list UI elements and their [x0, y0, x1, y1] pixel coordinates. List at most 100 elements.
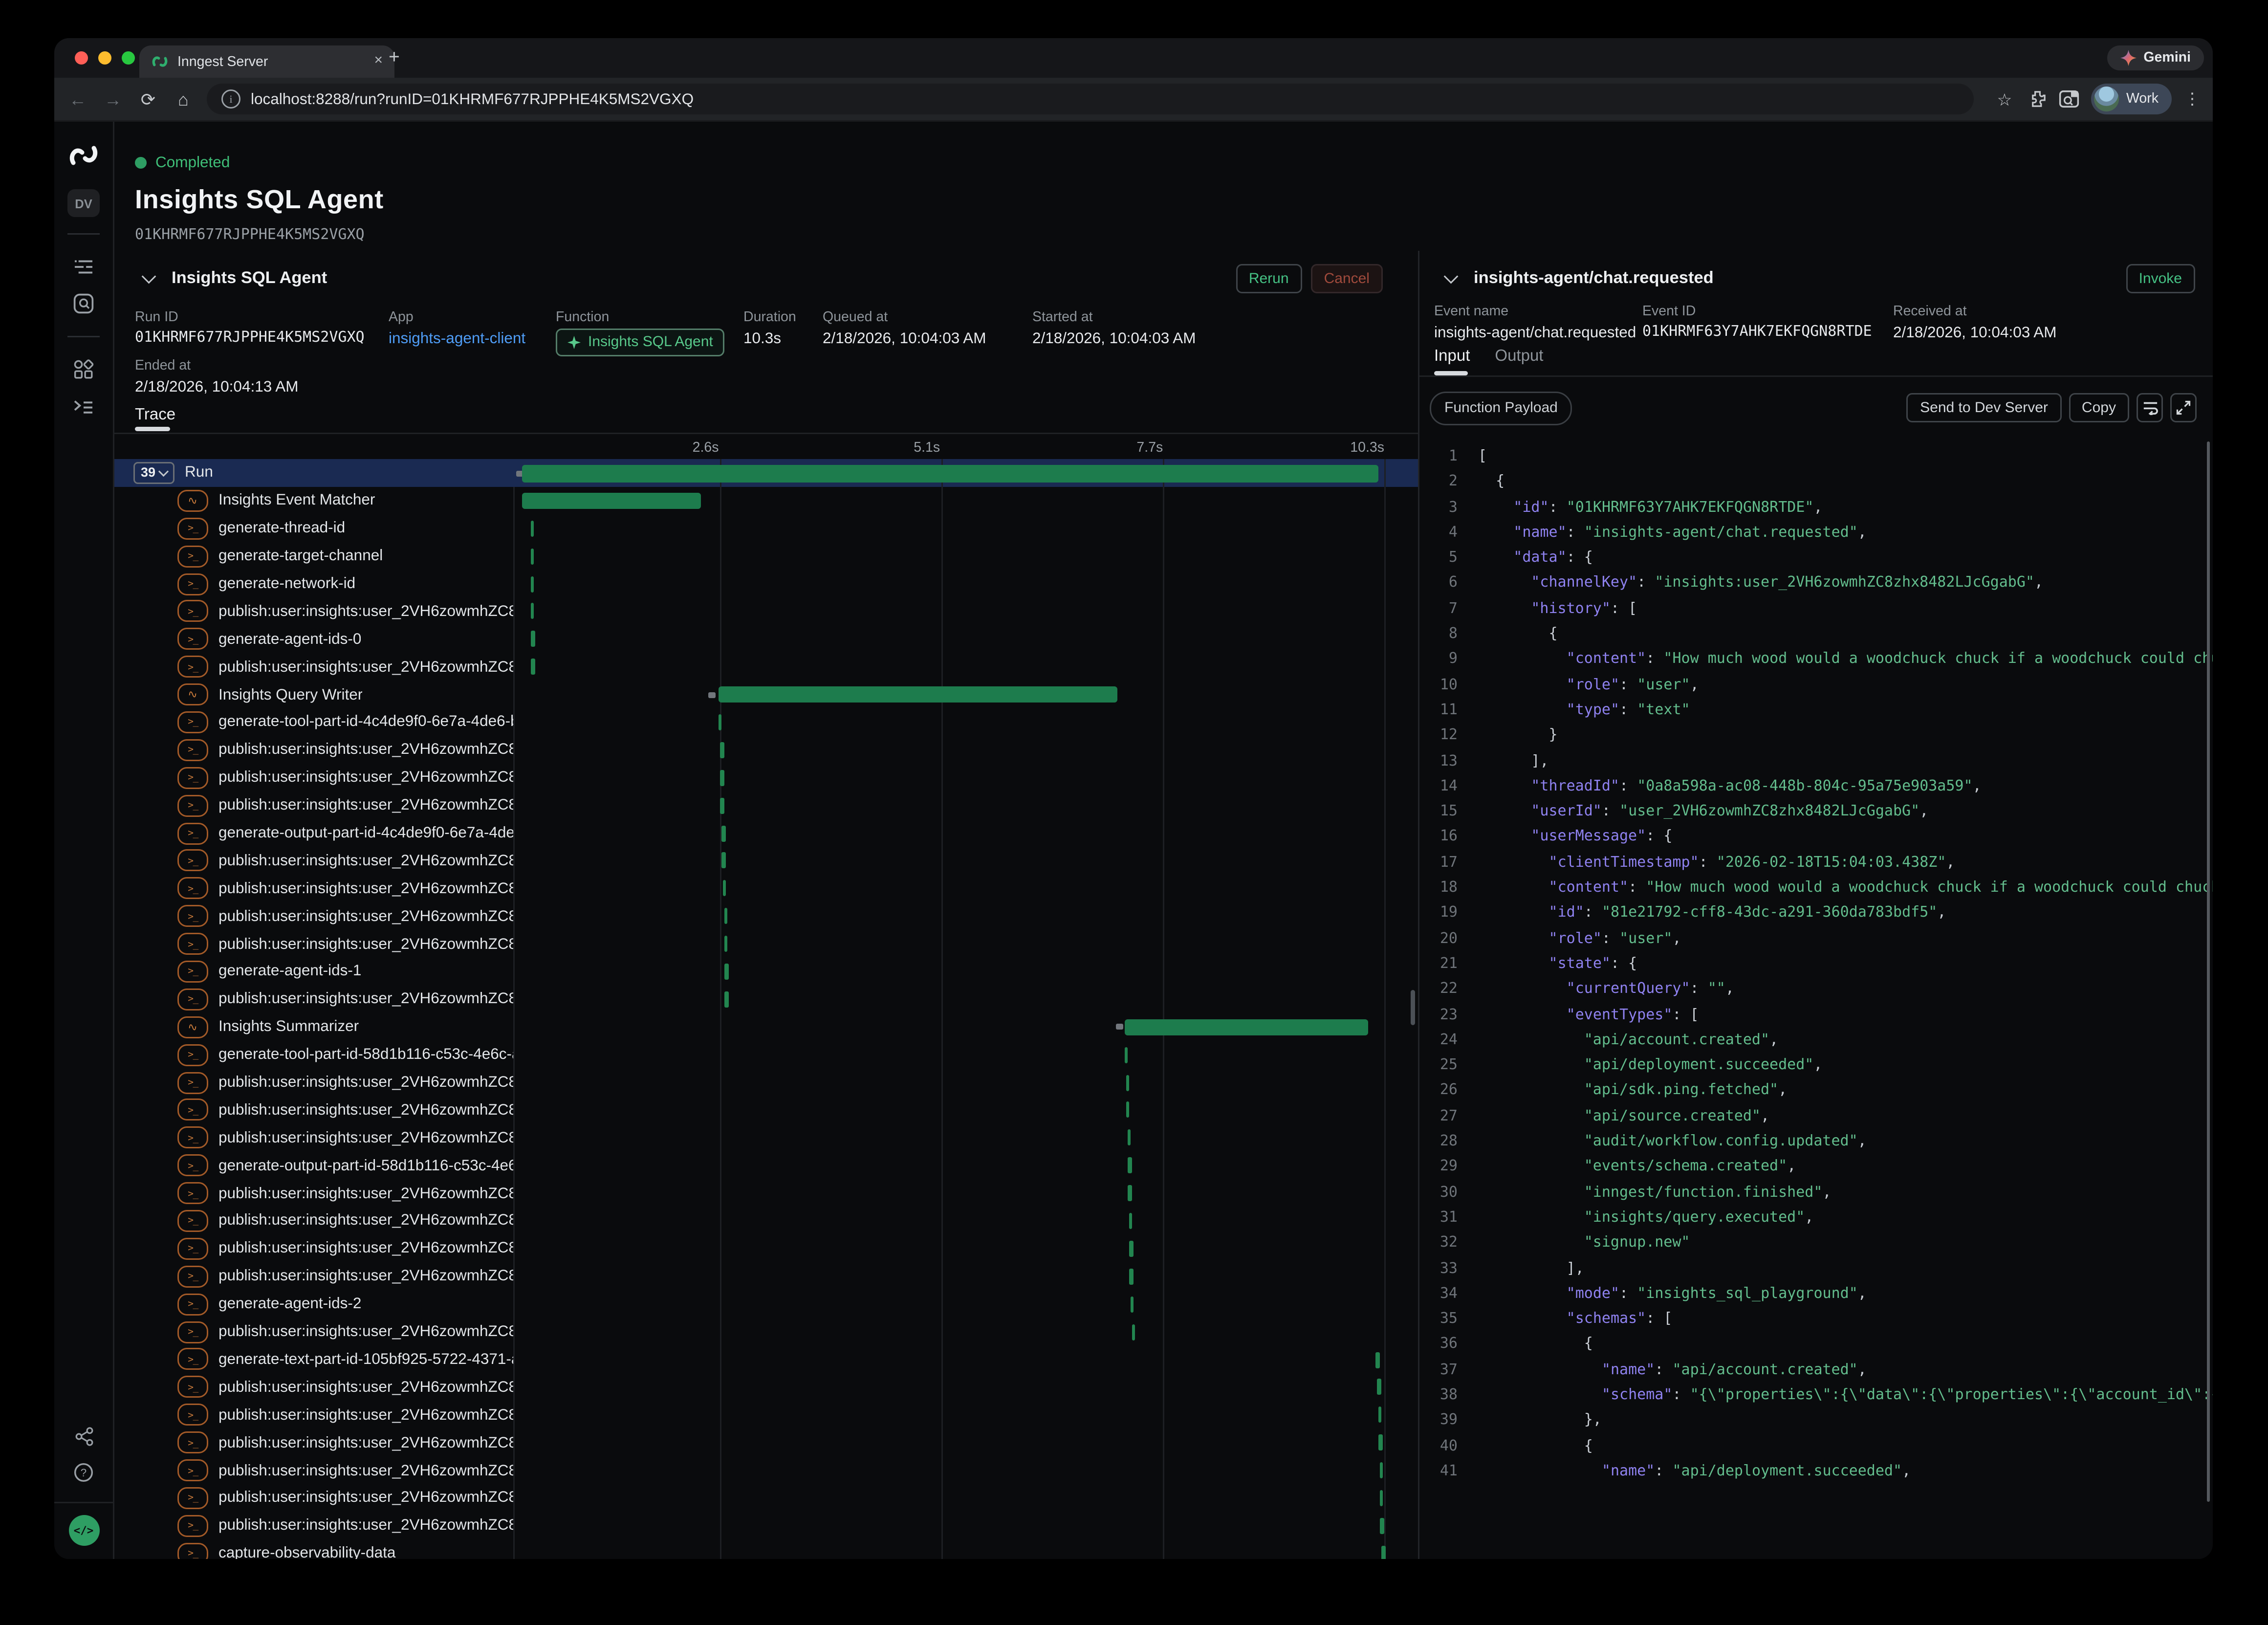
trace-row[interactable]: >_publish:user:insights:user_2VH6zowmhZC… — [114, 1179, 1418, 1207]
copy-button[interactable]: Copy — [2069, 393, 2129, 422]
trace-row[interactable]: ∿Insights Query Writer — [114, 681, 1418, 708]
trace-row[interactable]: >_publish:user:insights:user_2VH6zowmhZC… — [114, 986, 1418, 1013]
back-icon[interactable]: ← — [60, 89, 95, 110]
dev-server-badge[interactable]: DV — [67, 189, 100, 217]
dev-tools-code-button[interactable]: </> — [68, 1515, 99, 1546]
trace-row[interactable]: >_publish:user:insights:user_2VH6zowmhZC… — [114, 1318, 1418, 1346]
trace-row[interactable]: >_publish:user:insights:user_2VH6zowmhZC… — [114, 1429, 1418, 1457]
span-tick[interactable] — [724, 936, 728, 952]
bookmark-star-icon[interactable]: ☆ — [1988, 89, 2021, 110]
trace-row[interactable]: >_publish:user:insights:user_2VH6zowmhZC… — [114, 736, 1418, 764]
trace-row[interactable]: >_generate-thread-id — [114, 514, 1418, 542]
span-bar[interactable] — [719, 686, 1117, 703]
trace-row[interactable]: >_publish:user:insights:user_2VH6zowmhZC… — [114, 902, 1418, 930]
word-wrap-icon[interactable] — [2137, 393, 2163, 422]
trace-row[interactable]: >_publish:user:insights:user_2VH6zowmhZC… — [114, 597, 1418, 625]
span-tick[interactable] — [1379, 1435, 1383, 1451]
event-search-icon[interactable] — [66, 287, 101, 320]
home-icon[interactable]: ⌂ — [166, 89, 201, 110]
span-tick[interactable] — [1126, 1075, 1130, 1091]
span-tick[interactable] — [1126, 1102, 1130, 1118]
trace-row-run[interactable]: 39Run — [114, 459, 1418, 487]
address-bar[interactable]: i localhost:8288/run?runID=01KHRMF677RJP… — [207, 84, 1974, 114]
span-tick[interactable] — [724, 964, 728, 980]
span-tick[interactable] — [724, 908, 728, 924]
span-tick[interactable] — [720, 742, 724, 758]
close-tab-icon[interactable]: × — [374, 54, 383, 69]
cancel-button[interactable]: Cancel — [1311, 264, 1383, 293]
span-tick[interactable] — [1128, 1158, 1132, 1174]
span-tick[interactable] — [1127, 1130, 1131, 1146]
trace-row[interactable]: >_generate-network-id — [114, 570, 1418, 598]
trace-row[interactable]: >_publish:user:insights:user_2VH6zowmhZC… — [114, 930, 1418, 958]
trace-row[interactable]: >_publish:user:insights:user_2VH6zowmhZC… — [114, 764, 1418, 791]
span-bar[interactable] — [522, 464, 1378, 482]
span-tick[interactable] — [1129, 1213, 1133, 1229]
payload-code-viewer[interactable]: 1[2 {3 "id": "01KHRMF63Y7AHK7EKFQGN8RTDE… — [1419, 436, 2213, 1559]
span-tick[interactable] — [1380, 1518, 1384, 1534]
span-tick[interactable] — [1379, 1490, 1383, 1506]
trace-row[interactable]: >_publish:user:insights:user_2VH6zowmhZC… — [114, 1207, 1418, 1235]
help-icon[interactable]: ? — [66, 1456, 101, 1489]
trace-row[interactable]: >_publish:user:insights:user_2VH6zowmhZC… — [114, 875, 1418, 902]
site-info-icon[interactable]: i — [221, 89, 240, 109]
trace-row[interactable]: ∿Insights Event Matcher — [114, 487, 1418, 515]
span-tick[interactable] — [1130, 1241, 1134, 1257]
trace-row[interactable]: >_generate-output-part-id-58d1b116-c53c-… — [114, 1152, 1418, 1180]
trace-row[interactable]: >_publish:user:insights:user_2VH6zowmhZC… — [114, 1235, 1418, 1263]
trace-row[interactable]: >_publish:user:insights:user_2VH6zowmhZC… — [114, 1262, 1418, 1290]
trace-row[interactable]: >_generate-agent-ids-0 — [114, 625, 1418, 653]
browser-tab[interactable]: Inngest Server × — [139, 45, 394, 78]
trace-row[interactable]: >_publish:user:insights:user_2VH6zowmhZC… — [114, 847, 1418, 875]
expand-icon[interactable] — [2170, 393, 2197, 422]
side-panel-icon[interactable] — [2053, 89, 2085, 109]
span-tick[interactable] — [530, 520, 534, 536]
apps-icon[interactable] — [66, 353, 101, 386]
trace-row[interactable]: >_publish:user:insights:user_2VH6zowmhZC… — [114, 1124, 1418, 1152]
span-tick[interactable] — [1132, 1324, 1135, 1340]
code-scrollbar[interactable] — [2206, 441, 2210, 1502]
trace-row[interactable]: >_generate-output-part-id-4c4de9f0-6e7a-… — [114, 819, 1418, 847]
trace-row[interactable]: >_publish:user:insights:user_2VH6zowmhZC… — [114, 1069, 1418, 1097]
step-count-badge[interactable]: 39 — [133, 462, 174, 484]
forward-icon[interactable]: → — [95, 89, 131, 110]
span-tick[interactable] — [530, 548, 534, 564]
trace-row[interactable]: >_publish:user:insights:user_2VH6zowmhZC… — [114, 1373, 1418, 1401]
maximize-window-icon[interactable] — [122, 51, 135, 65]
new-tab-icon[interactable]: + — [389, 45, 400, 67]
trace-row[interactable]: >_generate-target-channel — [114, 542, 1418, 570]
span-tick[interactable] — [1131, 1296, 1134, 1312]
trace-row[interactable]: >_generate-tool-part-id-58d1b116-c53c-4e… — [114, 1041, 1418, 1069]
trace-row[interactable]: >_publish:user:insights:user_2VH6zowmhZC… — [114, 1401, 1418, 1429]
trace-row[interactable]: >_generate-tool-part-id-4c4de9f0-6e7a-4d… — [114, 708, 1418, 736]
functions-icon[interactable] — [66, 390, 101, 422]
invoke-button[interactable]: Invoke — [2126, 264, 2195, 293]
span-tick[interactable] — [719, 714, 722, 730]
span-tick[interactable] — [1128, 1185, 1132, 1201]
field-value[interactable]: insights-agent-client — [389, 330, 525, 348]
trace-row[interactable]: >_publish:user:insights:user_2VH6zowmhZC… — [114, 791, 1418, 819]
browser-menu-icon[interactable]: ⋮ — [2178, 89, 2207, 109]
inngest-logo-icon[interactable] — [66, 139, 101, 172]
trace-row[interactable]: >_publish:user:insights:user_2VH6zowmhZC… — [114, 1096, 1418, 1124]
span-tick[interactable] — [1376, 1352, 1380, 1368]
tab-output[interactable]: Output — [1495, 348, 1543, 365]
trace-row[interactable]: >_generate-text-part-id-105bf925-5722-43… — [114, 1346, 1418, 1374]
span-tick[interactable] — [722, 853, 726, 869]
gemini-badge[interactable]: Gemini — [2107, 45, 2204, 70]
trace-row[interactable]: >_generate-agent-ids-2 — [114, 1290, 1418, 1318]
trace-row[interactable]: >_publish:user:insights:user_2VH6zowmhZC… — [114, 1484, 1418, 1512]
span-tick[interactable] — [1377, 1379, 1381, 1395]
tab-trace[interactable]: Trace — [135, 406, 175, 424]
trace-row[interactable]: >_publish:user:insights:user_2VH6zowmhZC… — [114, 1456, 1418, 1484]
reload-icon[interactable]: ⟳ — [131, 89, 166, 110]
trace-row[interactable]: ∿Insights Summarizer — [114, 1013, 1418, 1041]
span-tick[interactable] — [1381, 1545, 1385, 1559]
trace-row[interactable]: >_publish:user:insights:user_2VH6zowmhZC… — [114, 653, 1418, 681]
span-tick[interactable] — [720, 797, 724, 813]
function-pill[interactable]: Insights SQL Agent — [556, 329, 725, 356]
span-bar[interactable] — [522, 493, 701, 509]
close-window-icon[interactable] — [75, 51, 88, 65]
trace-scrollbar[interactable] — [1411, 990, 1415, 1025]
span-tick[interactable] — [1124, 1047, 1128, 1063]
